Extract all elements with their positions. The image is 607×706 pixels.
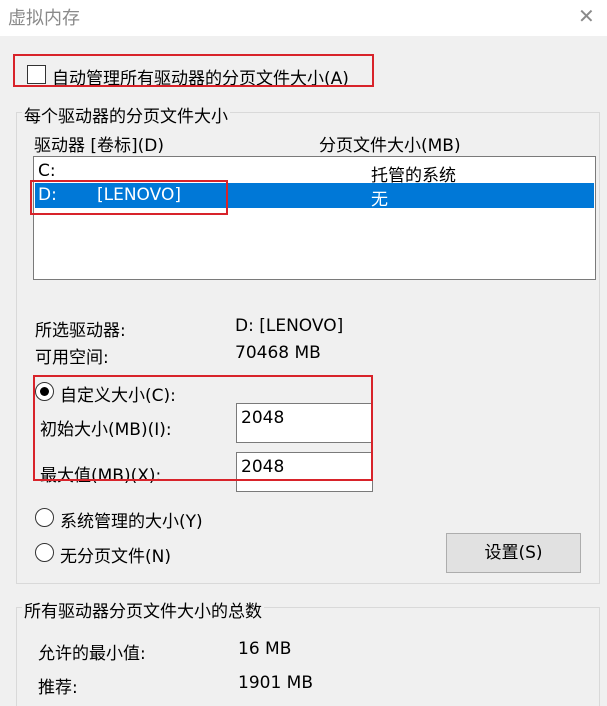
highlight-box-custom-size — [33, 375, 373, 481]
highlight-box-drive-d — [30, 180, 228, 215]
per-drive-legend: 每个驱动器的分页文件大小 — [22, 102, 230, 127]
min-allowed-label: 允许的最小值: — [38, 644, 146, 664]
recommended-label: 推荐: — [38, 678, 78, 698]
size-column-header: 分页文件大小(MB) — [319, 136, 461, 156]
drive-column-header: 驱动器 [卷标](D) — [34, 136, 165, 156]
no-paging-file-label[interactable]: 无分页文件(N) — [60, 542, 171, 567]
system-managed-label[interactable]: 系统管理的大小(Y) — [60, 507, 203, 532]
no-paging-file-radio[interactable] — [35, 543, 54, 562]
recommended-value: 1901 MB — [238, 673, 313, 693]
totals-legend: 所有驱动器分页文件大小的总数 — [22, 597, 264, 622]
min-allowed-value: 16 MB — [238, 639, 292, 659]
selected-drive-value: D: [LENOVO] — [235, 316, 344, 336]
free-space-value: 70468 MB — [235, 343, 321, 363]
system-managed-radio[interactable] — [35, 508, 54, 527]
drive-list[interactable]: C: 托管的系统 D: [LENOVO] 无 — [33, 156, 596, 280]
highlight-box-auto-manage — [13, 54, 374, 87]
drive-size: 无 — [371, 190, 388, 210]
window-title: 虚拟内存 — [8, 8, 80, 29]
free-space-label: 可用空间: — [35, 348, 109, 368]
close-icon[interactable]: ✕ — [578, 4, 595, 28]
drive-letter: C: — [38, 161, 56, 181]
title-bar: 虚拟内存 ✕ — [0, 0, 607, 36]
selected-drive-label: 所选驱动器: — [35, 321, 126, 341]
set-button[interactable]: 设置(S) — [446, 533, 581, 573]
